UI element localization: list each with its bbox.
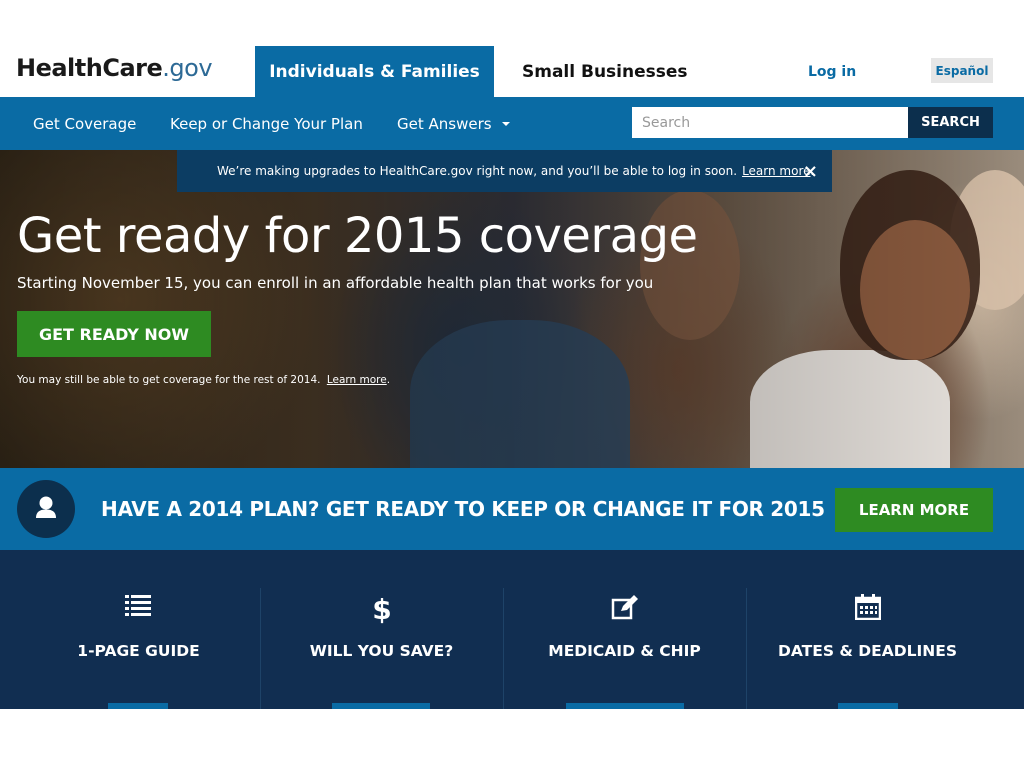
nav-get-coverage[interactable]: Get Coverage: [33, 97, 136, 150]
learn-more-button[interactable]: LEARN MORE: [835, 488, 993, 532]
get-ready-now-button[interactable]: GET READY NOW: [17, 311, 211, 357]
quick-links: 1-PAGE GUIDE $ WILL YOU SAVE? MEDICAID &…: [0, 550, 1024, 709]
plan-banner: HAVE A 2014 PLAN? GET READY TO KEEP OR C…: [0, 468, 1024, 550]
banner-headline: HAVE A 2014 PLAN? GET READY TO KEEP OR C…: [101, 497, 825, 521]
tile-label: MEDICAID & CHIP: [548, 642, 701, 660]
tile-tab-marker: [332, 703, 430, 709]
tile-label: WILL YOU SAVE?: [309, 642, 454, 660]
hero-note-text: You may still be able to get coverage fo…: [17, 374, 321, 386]
hero-title: Get ready for 2015 coverage: [17, 208, 698, 264]
hero-note-suffix: .: [386, 374, 391, 386]
tile-medicaid-chip[interactable]: MEDICAID & CHIP: [503, 550, 746, 709]
notice-learn-more-link[interactable]: Learn more: [742, 164, 810, 178]
nav-get-answers-label: Get Answers: [397, 114, 492, 133]
search-input[interactable]: [632, 107, 908, 138]
main-nav: Get Coverage Keep or Change Your Plan Ge…: [0, 97, 1024, 150]
hero-note-learn-more-link[interactable]: Learn more: [327, 374, 387, 386]
tile-dates-deadlines[interactable]: DATES & DEADLINES: [746, 550, 989, 709]
hero-section: We’re making upgrades to HealthCare.gov …: [0, 150, 1024, 468]
nav-get-answers[interactable]: Get Answers: [397, 97, 510, 150]
hero-overlay: [0, 150, 1024, 468]
svg-text:$: $: [372, 594, 391, 624]
nav-keep-or-change-plan[interactable]: Keep or Change Your Plan: [170, 97, 363, 150]
login-link[interactable]: Log in: [808, 46, 856, 97]
dollar-icon: $: [260, 594, 503, 624]
tile-will-you-save[interactable]: $ WILL YOU SAVE?: [260, 550, 503, 709]
site-header: HealthCare.gov Individuals & Families Sm…: [0, 46, 1024, 97]
person-icon: [17, 480, 75, 538]
close-icon[interactable]: ×: [803, 161, 818, 182]
tile-1-page-guide[interactable]: 1-PAGE GUIDE: [17, 550, 260, 709]
edit-icon: [503, 594, 746, 620]
calendar-icon: [746, 594, 989, 620]
healthcare-gov-logo[interactable]: HealthCare.gov: [16, 54, 213, 82]
tile-tab-marker: [838, 703, 898, 709]
tab-small-businesses[interactable]: Small Businesses: [522, 46, 688, 97]
search-button[interactable]: SEARCH: [908, 107, 993, 138]
tab-individuals-families[interactable]: Individuals & Families: [255, 46, 494, 97]
tile-label: DATES & DEADLINES: [778, 642, 957, 660]
logo-text-strong: HealthCare: [16, 54, 163, 82]
tile-tab-marker: [108, 703, 168, 709]
hero-subtitle: Starting November 15, you can enroll in …: [17, 274, 654, 292]
notice-text: We’re making upgrades to HealthCare.gov …: [217, 164, 738, 178]
hero-note: You may still be able to get coverage fo…: [17, 374, 390, 386]
tile-label: 1-PAGE GUIDE: [77, 642, 200, 660]
upgrade-notice: We’re making upgrades to HealthCare.gov …: [177, 150, 832, 192]
list-icon: [17, 594, 260, 618]
tile-tab-marker: [566, 703, 684, 709]
caret-down-icon: [501, 121, 510, 126]
logo-text-tld: .gov: [162, 54, 213, 82]
language-espanol-button[interactable]: Español: [931, 58, 993, 83]
